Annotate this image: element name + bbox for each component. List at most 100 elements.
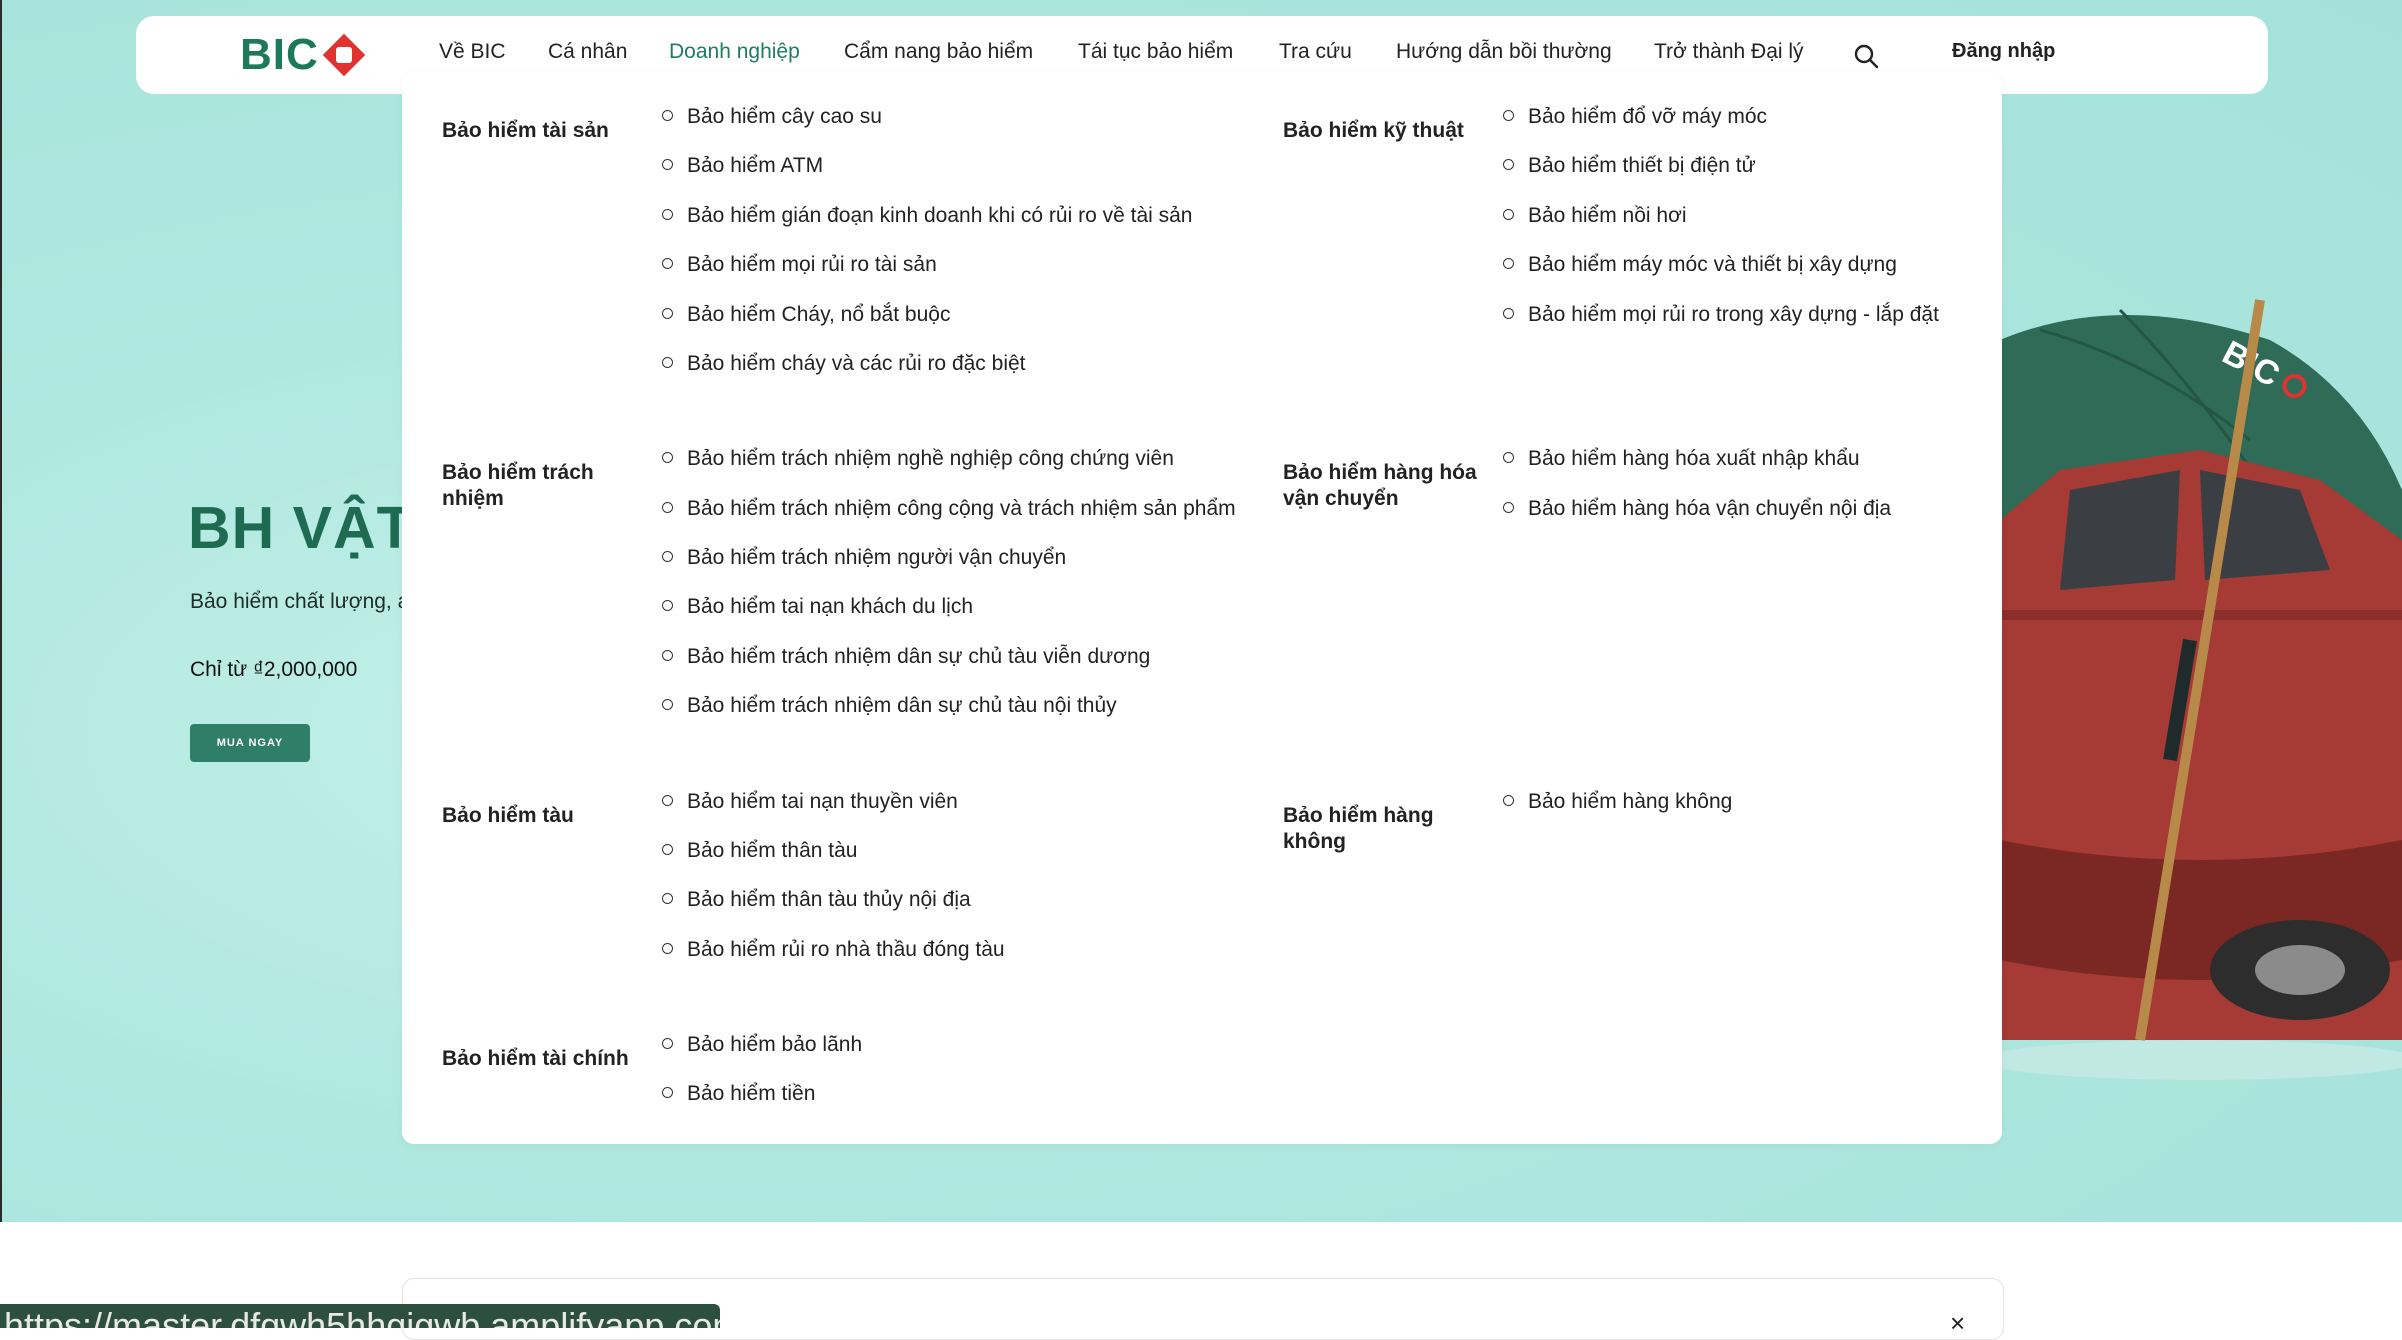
bullet-icon	[662, 892, 673, 904]
menu-item-label: Bảo hiểm hàng không	[1528, 790, 1733, 813]
menu-item[interactable]: Bảo hiểm tiền	[662, 1079, 815, 1109]
nav-doanh-nghiep[interactable]: Doanh nghiệp	[669, 40, 800, 64]
menu-item-label: Bảo hiểm trách nhiệm dân sự chủ tàu nội …	[687, 694, 1117, 717]
menu-item-label: Bảo hiểm mọi rủi ro tài sản	[687, 253, 937, 276]
business-mega-menu: Bảo hiểm tài sản Bảo hiểm cây cao su Bảo…	[402, 72, 2002, 1144]
menu-item[interactable]: Bảo hiểm mọi rủi ro trong xây dựng - lắp…	[1503, 300, 1939, 330]
menu-item-label: Bảo hiểm tai nạn khách du lịch	[687, 595, 974, 618]
hero-price: Chỉ từ ₫2,000,000	[190, 658, 358, 681]
nav-cam-nang[interactable]: Cẩm nang bảo hiểm	[844, 40, 1033, 64]
bullet-icon	[662, 208, 673, 220]
menu-item[interactable]: Bảo hiểm đổ vỡ máy móc	[1503, 102, 1767, 132]
menu-item[interactable]: Bảo hiểm hàng hóa vận chuyển nội địa	[1503, 494, 1891, 524]
nav-tai-tuc[interactable]: Tái tục bảo hiểm	[1078, 40, 1233, 64]
menu-item-label: Bảo hiểm gián đoạn kinh doanh khi có rủi…	[687, 204, 1193, 227]
bullet-icon	[1503, 109, 1514, 121]
bullet-icon	[662, 698, 673, 710]
menu-item[interactable]: Bảo hiểm Cháy, nổ bắt buộc	[662, 300, 950, 330]
bullet-icon	[1503, 794, 1514, 806]
category-tau[interactable]: Bảo hiểm tàu	[442, 803, 642, 829]
menu-item-label: Bảo hiểm trách nhiệm người vận chuyển	[687, 546, 1067, 569]
bullet-icon	[662, 1086, 673, 1098]
menu-item-label: Bảo hiểm Cháy, nổ bắt buộc	[687, 303, 951, 326]
nav-huong-dan[interactable]: Hướng dẫn bồi thường	[1396, 40, 1612, 64]
category-hang-hoa[interactable]: Bảo hiểm hàng hóa vận chuyển	[1283, 460, 1483, 512]
buy-now-button[interactable]: MUA NGAY	[190, 724, 310, 762]
category-trach-nhiem[interactable]: Bảo hiểm trách nhiệm	[442, 460, 612, 512]
menu-item-label: Bảo hiểm bảo lãnh	[687, 1033, 863, 1056]
bullet-icon	[662, 257, 673, 269]
menu-item[interactable]: Bảo hiểm máy móc và thiết bị xây dựng	[1503, 250, 1897, 280]
close-icon[interactable]: ×	[1950, 1308, 1965, 1339]
menu-item[interactable]: Bảo hiểm thân tàu	[662, 836, 857, 866]
menu-item-label: Bảo hiểm tiền	[687, 1082, 816, 1105]
window-edge	[0, 0, 2, 1222]
bullet-icon	[1503, 257, 1514, 269]
category-tai-san[interactable]: Bảo hiểm tài sản	[442, 118, 642, 144]
menu-item-label: Bảo hiểm mọi rủi ro trong xây dựng - lắp…	[1528, 303, 1939, 326]
menu-item[interactable]: Bảo hiểm trách nhiệm dân sự chủ tàu viễn…	[662, 642, 1150, 672]
bullet-icon	[1503, 208, 1514, 220]
menu-item[interactable]: Bảo hiểm cháy và các rủi ro đặc biệt	[662, 349, 1026, 379]
bullet-icon	[1503, 501, 1514, 513]
menu-item-label: Bảo hiểm thân tàu thủy nội địa	[687, 888, 971, 911]
search-icon[interactable]	[1852, 42, 1880, 70]
bullet-icon	[662, 501, 673, 513]
menu-item[interactable]: Bảo hiểm cây cao su	[662, 102, 882, 132]
menu-item[interactable]: Bảo hiểm trách nhiệm người vận chuyển	[662, 543, 1066, 573]
menu-item-label: Bảo hiểm tai nạn thuyền viên	[687, 790, 958, 813]
nav-tra-cuu[interactable]: Tra cứu	[1279, 40, 1352, 64]
menu-item[interactable]: Bảo hiểm trách nhiệm dân sự chủ tàu nội …	[662, 691, 1117, 721]
menu-item[interactable]: Bảo hiểm trách nhiệm công cộng và trách …	[662, 494, 1236, 524]
menu-item-label: Bảo hiểm thiết bị điện tử	[1528, 154, 1756, 177]
menu-item[interactable]: Bảo hiểm thiết bị điện tử	[1503, 151, 1756, 181]
menu-item[interactable]: Bảo hiểm mọi rủi ro tài sản	[662, 250, 937, 280]
menu-item-label: Bảo hiểm máy móc và thiết bị xây dựng	[1528, 253, 1897, 276]
category-tai-chinh[interactable]: Bảo hiểm tài chính	[442, 1046, 642, 1072]
menu-item-label: Bảo hiểm nồi hơi	[1528, 204, 1687, 227]
bullet-icon	[662, 843, 673, 855]
bullet-icon	[1503, 307, 1514, 319]
menu-item[interactable]: Bảo hiểm rủi ro nhà thầu đóng tàu	[662, 935, 1005, 965]
menu-item-label: Bảo hiểm ATM	[687, 154, 824, 177]
menu-item[interactable]: Bảo hiểm hàng hóa xuất nhập khẩu	[1503, 444, 1860, 474]
bullet-icon	[1503, 158, 1514, 170]
menu-item[interactable]: Bảo hiểm ATM	[662, 151, 823, 181]
menu-item[interactable]: Bảo hiểm nồi hơi	[1503, 201, 1687, 231]
bullet-icon	[662, 550, 673, 562]
menu-item-label: Bảo hiểm trách nhiệm dân sự chủ tàu viễn…	[687, 645, 1151, 668]
menu-item[interactable]: Bảo hiểm tai nạn thuyền viên	[662, 787, 958, 817]
menu-item-label: Bảo hiểm đổ vỡ máy móc	[1528, 105, 1768, 128]
bullet-icon	[662, 942, 673, 954]
bullet-icon	[662, 307, 673, 319]
menu-item[interactable]: Bảo hiểm trách nhiệm nghề nghiệp công ch…	[662, 444, 1174, 474]
bullet-icon	[1503, 451, 1514, 463]
category-ky-thuat[interactable]: Bảo hiểm kỹ thuật	[1283, 118, 1483, 144]
umbrella-car-image: BIC	[2000, 299, 2402, 1080]
bullet-icon	[662, 356, 673, 368]
bullet-icon	[662, 599, 673, 611]
login-link[interactable]: Đăng nhập	[1952, 40, 2055, 63]
menu-item[interactable]: Bảo hiểm bảo lãnh	[662, 1030, 862, 1060]
menu-item-label: Bảo hiểm thân tàu	[687, 839, 858, 862]
menu-item[interactable]: Bảo hiểm thân tàu thủy nội địa	[662, 885, 971, 915]
bic-logo[interactable]: BIC	[240, 30, 367, 80]
menu-item-label: Bảo hiểm cháy và các rủi ro đặc biệt	[687, 352, 1026, 375]
hero-subtitle: Bảo hiểm chất lượng, a	[190, 590, 410, 613]
logo-mark-icon	[322, 33, 365, 77]
nav-ve-bic[interactable]: Về BIC	[439, 40, 506, 64]
bullet-icon	[662, 451, 673, 463]
menu-item-label: Bảo hiểm cây cao su	[687, 105, 882, 128]
menu-item[interactable]: Bảo hiểm hàng không	[1503, 787, 1732, 817]
menu-item-label: Bảo hiểm hàng hóa xuất nhập khẩu	[1528, 447, 1860, 470]
category-hang-khong[interactable]: Bảo hiểm hàng không	[1283, 803, 1453, 855]
menu-item[interactable]: Bảo hiểm tai nạn khách du lịch	[662, 592, 973, 622]
nav-dai-ly[interactable]: Trở thành Đại lý	[1654, 40, 1804, 64]
bullet-icon	[662, 158, 673, 170]
bullet-icon	[662, 794, 673, 806]
menu-item-label: Bảo hiểm trách nhiệm nghề nghiệp công ch…	[687, 447, 1174, 470]
bullet-icon	[662, 109, 673, 121]
menu-item-label: Bảo hiểm rủi ro nhà thầu đóng tàu	[687, 938, 1005, 961]
menu-item[interactable]: Bảo hiểm gián đoạn kinh doanh khi có rủi…	[662, 201, 1193, 231]
nav-ca-nhan[interactable]: Cá nhân	[548, 40, 627, 64]
